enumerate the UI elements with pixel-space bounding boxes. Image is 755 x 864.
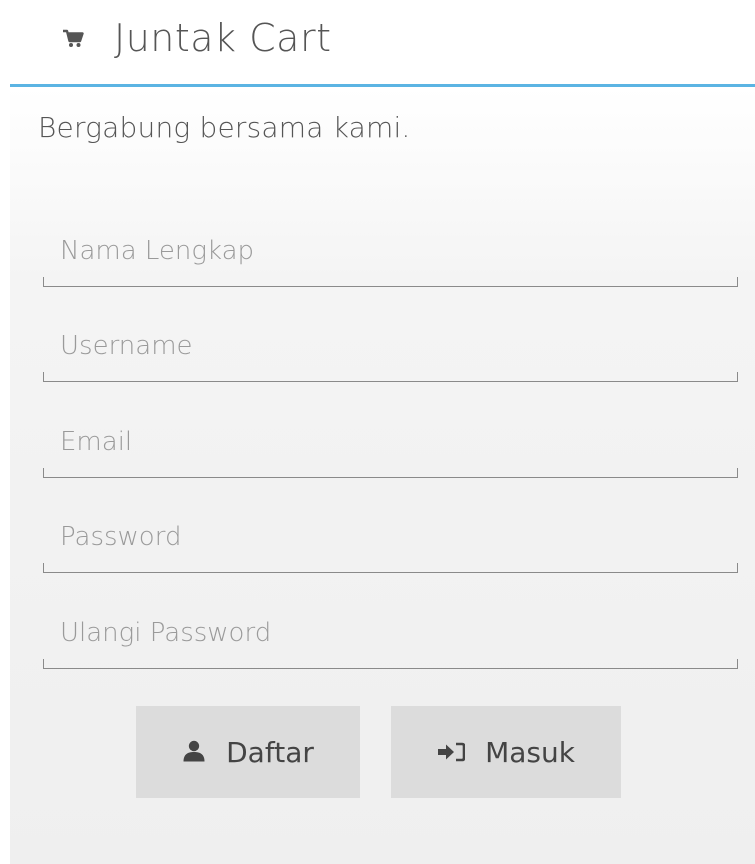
email-input[interactable] (43, 416, 738, 478)
tagline: Bergabung bersama kami. (38, 111, 411, 144)
register-panel: Bergabung bersama kami. Nama Lengkap Use… (10, 84, 755, 864)
register-button-label: Daftar (226, 735, 314, 769)
email-field (43, 416, 738, 478)
confirm-password-input[interactable] (43, 607, 738, 669)
brand-title: Juntak Cart (114, 16, 332, 60)
password-field (43, 511, 738, 573)
login-button-label: Masuk (485, 735, 575, 769)
brand[interactable]: Juntak Cart (62, 12, 332, 64)
header: Juntak Cart (0, 0, 755, 84)
login-button[interactable]: Masuk (391, 706, 621, 798)
register-button[interactable]: Daftar (136, 706, 360, 798)
password-input[interactable] (43, 511, 738, 573)
username-input[interactable] (43, 320, 738, 382)
shopping-cart-icon (62, 27, 84, 49)
full-name-input[interactable] (43, 225, 738, 287)
full-name-field (43, 225, 738, 287)
sign-in-icon (437, 736, 466, 769)
user-icon (182, 736, 206, 769)
register-page: Juntak Cart Bergabung bersama kami. Nama… (0, 0, 755, 864)
username-field (43, 320, 738, 382)
confirm-password-field (43, 607, 738, 669)
